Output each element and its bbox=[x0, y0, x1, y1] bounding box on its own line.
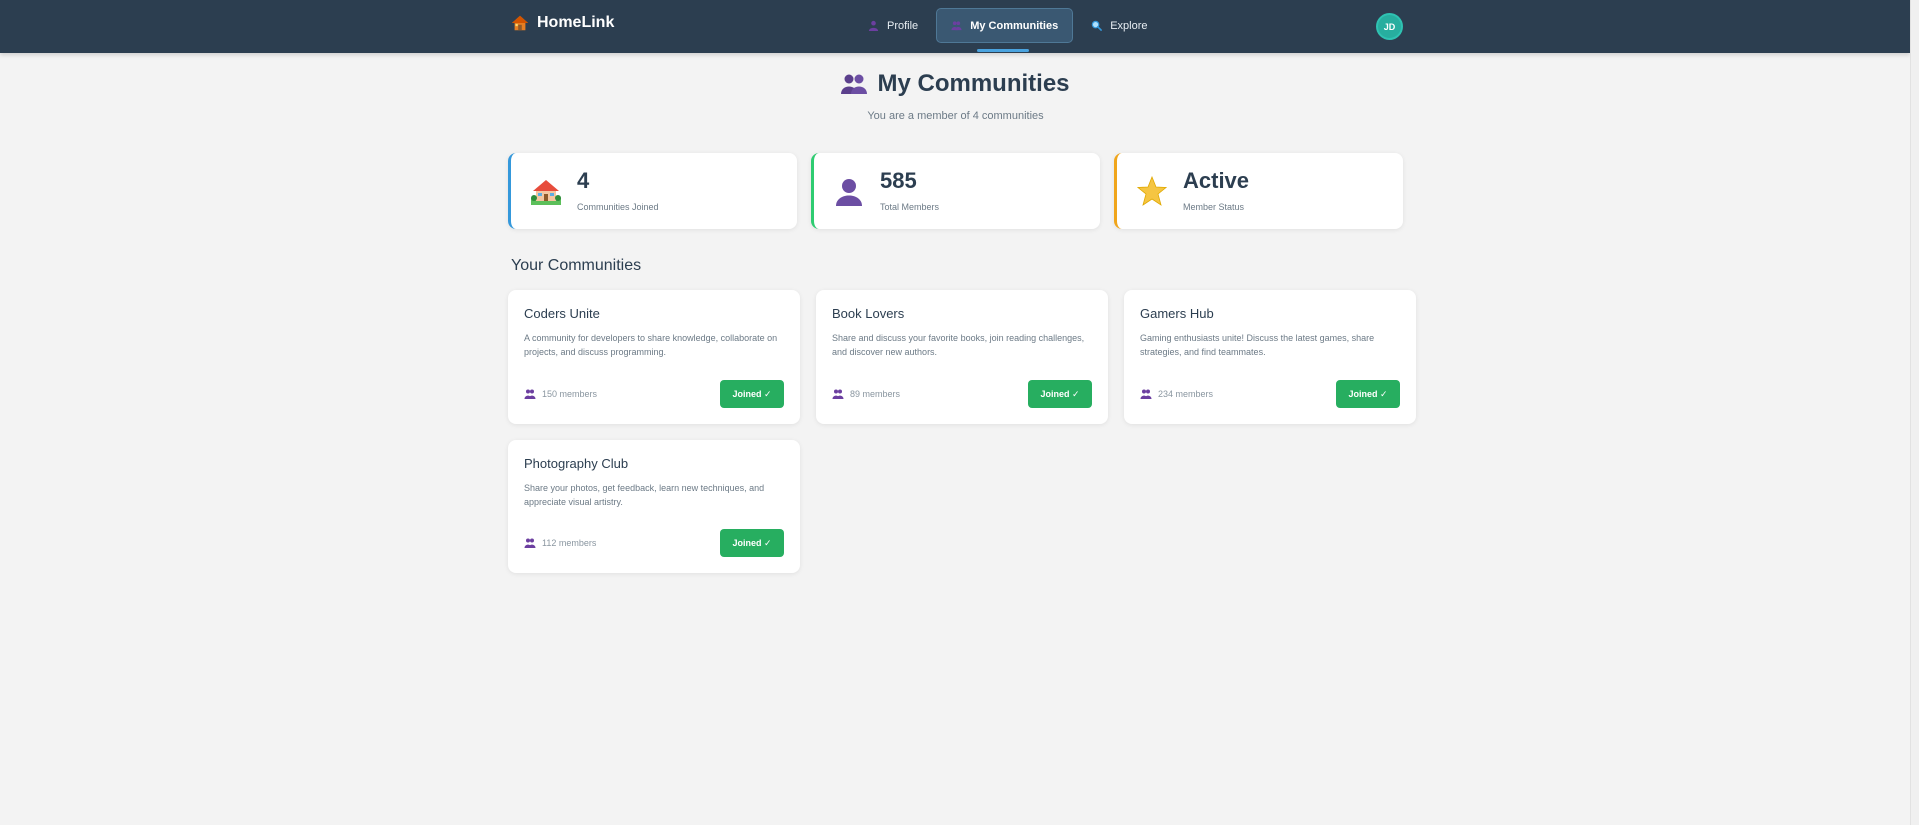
card-footer: 89 members Joined ✓ bbox=[832, 380, 1092, 408]
people-icon bbox=[1140, 389, 1152, 399]
stat-card-status: Active Member Status bbox=[1114, 153, 1403, 229]
community-card[interactable]: Gamers Hub Gaming enthusiasts unite! Dis… bbox=[1124, 290, 1416, 424]
card-footer: 150 members Joined ✓ bbox=[524, 380, 784, 408]
member-count: 234 members bbox=[1140, 388, 1213, 400]
communities-grid: Coders Unite A community for developers … bbox=[508, 290, 1416, 573]
joined-button[interactable]: Joined ✓ bbox=[1028, 380, 1092, 408]
people-icon bbox=[524, 538, 536, 548]
member-count-label: 89 members bbox=[850, 389, 901, 399]
community-description: Share your photos, get feedback, learn n… bbox=[524, 483, 765, 507]
member-count-label: 150 members bbox=[542, 389, 598, 399]
community-card[interactable]: Coders Unite A community for developers … bbox=[508, 290, 800, 424]
people-icon bbox=[841, 74, 868, 94]
card-footer: 234 members Joined ✓ bbox=[1140, 380, 1400, 408]
community-card[interactable]: Book Lovers Share and discuss your favor… bbox=[816, 290, 1108, 424]
community-card[interactable]: Photography Club Share your photos, get … bbox=[508, 440, 800, 573]
community-name[interactable]: Gamers Hub bbox=[1140, 306, 1400, 321]
vertical-scrollbar[interactable] bbox=[1910, 0, 1919, 825]
member-count: 112 members bbox=[524, 537, 596, 549]
page-header: My Communities You are a member of 4 com… bbox=[508, 70, 1403, 122]
stat-label: Communities Joined bbox=[577, 202, 659, 212]
community-description: Gaming enthusiasts unite! Discuss the la… bbox=[1140, 333, 1375, 357]
stats-row: 4 Communities Joined 585 Total Members A… bbox=[508, 153, 1403, 229]
navbar-inner: HomeLink Profile My Communities Explore … bbox=[508, 0, 1403, 53]
community-name[interactable]: Book Lovers bbox=[832, 306, 1092, 321]
brand-link[interactable]: HomeLink bbox=[511, 14, 614, 32]
stat-value: Active bbox=[1183, 168, 1250, 193]
stat-value: 4 bbox=[577, 168, 590, 193]
joined-button[interactable]: Joined ✓ bbox=[720, 529, 784, 557]
nav-explore[interactable]: Explore bbox=[1077, 8, 1161, 43]
joined-button[interactable]: Joined ✓ bbox=[720, 380, 784, 408]
people-icon bbox=[951, 21, 962, 31]
community-description: A community for developers to share know… bbox=[524, 333, 778, 357]
stat-text: 4 Communities Joined bbox=[577, 168, 659, 213]
card-footer: 112 members Joined ✓ bbox=[524, 529, 784, 557]
community-name[interactable]: Coders Unite bbox=[524, 306, 784, 321]
user-avatar[interactable]: JD bbox=[1376, 13, 1403, 40]
joined-button[interactable]: Joined ✓ bbox=[1336, 380, 1400, 408]
member-count: 89 members bbox=[832, 388, 900, 400]
member-count-label: 234 members bbox=[1158, 389, 1214, 399]
stat-card-members: 585 Total Members bbox=[811, 153, 1100, 229]
community-name[interactable]: Photography Club bbox=[524, 456, 784, 471]
people-icon bbox=[832, 389, 844, 399]
section-title: Your Communities bbox=[511, 257, 642, 274]
page-title-row: My Communities bbox=[841, 70, 1070, 98]
navbar: HomeLink Profile My Communities Explore … bbox=[0, 0, 1910, 53]
nav-links: Profile My Communities Explore bbox=[854, 8, 1162, 52]
person-icon bbox=[868, 20, 879, 31]
page-title: My Communities bbox=[877, 70, 1070, 97]
person-silhouette-icon bbox=[836, 179, 862, 206]
nav-profile-label: Profile bbox=[887, 19, 919, 32]
member-count: 150 members bbox=[524, 388, 597, 400]
stat-text: Active Member Status bbox=[1183, 168, 1250, 213]
stat-value: 585 bbox=[880, 168, 917, 193]
nav-profile[interactable]: Profile bbox=[854, 8, 932, 43]
community-description: Share and discuss your favorite books, j… bbox=[832, 333, 1085, 357]
nav-explore-label: Explore bbox=[1110, 19, 1148, 32]
star-icon bbox=[1137, 176, 1167, 206]
stat-card-communities: 4 Communities Joined bbox=[508, 153, 797, 229]
people-icon bbox=[524, 389, 536, 399]
magnifier-icon bbox=[1091, 20, 1103, 31]
nav-my-communities-label: My Communities bbox=[970, 19, 1059, 32]
stat-label: Member Status bbox=[1183, 202, 1245, 212]
house-icon bbox=[511, 15, 529, 31]
brand-name: HomeLink bbox=[537, 14, 615, 31]
member-count-label: 112 members bbox=[542, 538, 597, 548]
page-subtitle: You are a member of 4 communities bbox=[867, 110, 1044, 122]
house-garden-icon bbox=[531, 180, 561, 205]
nav-my-communities[interactable]: My Communities bbox=[936, 8, 1074, 52]
stat-text: 585 Total Members bbox=[880, 168, 940, 213]
stat-label: Total Members bbox=[880, 202, 940, 212]
